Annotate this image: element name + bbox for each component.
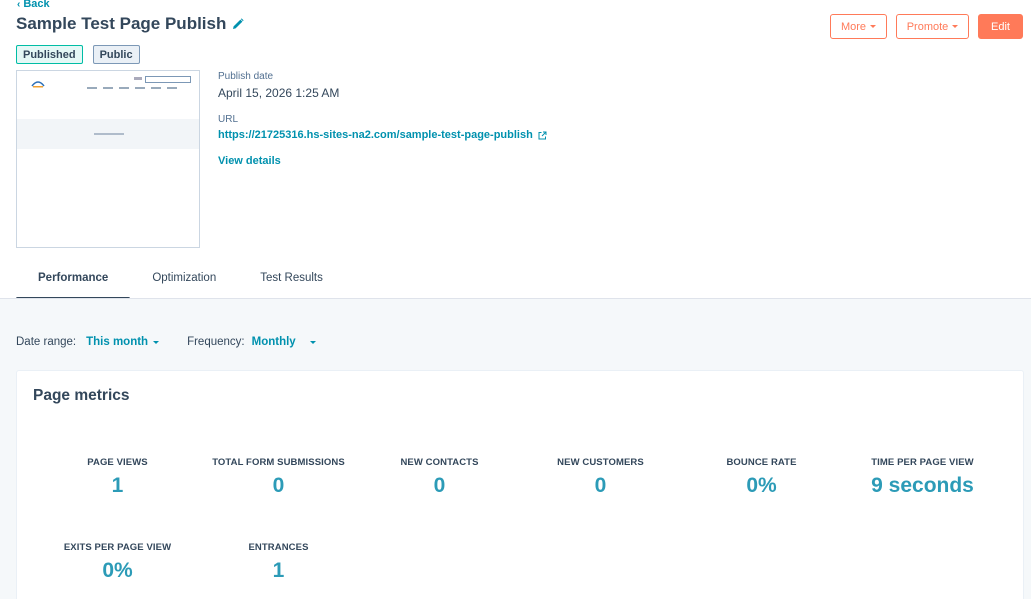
caret-down-icon bbox=[153, 340, 160, 344]
promote-label: Promote bbox=[906, 20, 949, 33]
date-range-dropdown[interactable]: This month bbox=[86, 336, 160, 348]
metric-value: 0% bbox=[746, 474, 777, 497]
metric-time-per-page-view: TIME PER PAGE VIEW 9 seconds bbox=[842, 457, 1003, 498]
frequency-value: Monthly bbox=[251, 336, 296, 348]
external-link-icon bbox=[538, 131, 547, 140]
metric-label: PAGE VIEWS bbox=[87, 457, 148, 468]
metric-exits-per-page-view: EXITS PER PAGE VIEW 0% bbox=[37, 542, 198, 583]
metric-value: 0 bbox=[272, 474, 285, 497]
more-button[interactable]: More bbox=[830, 14, 887, 39]
public-badge: Public bbox=[92, 45, 140, 64]
frequency-label: Frequency: bbox=[187, 336, 245, 348]
performance-panel: Date range: This month Frequency: Monthl… bbox=[0, 299, 1031, 599]
metric-page-views: PAGE VIEWS 1 bbox=[37, 457, 198, 498]
site-logo-icon bbox=[31, 81, 45, 88]
card-title: Page metrics bbox=[33, 387, 130, 404]
metric-value: 1 bbox=[272, 559, 285, 582]
preview-content-text bbox=[94, 133, 124, 135]
title-row: Sample Test Page Publish bbox=[16, 14, 244, 34]
tab-performance[interactable]: Performance bbox=[16, 268, 131, 300]
page-title: Sample Test Page Publish bbox=[16, 14, 227, 33]
edit-button[interactable]: Edit bbox=[978, 14, 1023, 39]
tab-bar: Performance Optimization Test Results bbox=[16, 268, 345, 300]
promote-button[interactable]: Promote bbox=[896, 14, 969, 39]
page-url-text: https://21725316.hs-sites-na2.com/sample… bbox=[218, 129, 533, 141]
publish-date-label: Publish date bbox=[218, 71, 274, 82]
metric-value: 0% bbox=[102, 559, 133, 582]
view-details-link[interactable]: View details bbox=[218, 155, 547, 167]
metric-value: 1 bbox=[111, 474, 124, 497]
published-badge: Published bbox=[16, 45, 83, 64]
metric-value: 0 bbox=[433, 474, 446, 497]
chevron-left-icon: ‹ bbox=[17, 0, 21, 10]
page-metrics-card: Page metrics PAGE VIEWS 1 TOTAL FORM SUB… bbox=[16, 370, 1024, 599]
metric-value: 9 seconds bbox=[871, 474, 974, 497]
back-label: Back bbox=[23, 0, 50, 10]
date-range-value: This month bbox=[86, 336, 149, 348]
date-range-label: Date range: bbox=[16, 336, 77, 348]
tab-test-results[interactable]: Test Results bbox=[238, 268, 345, 299]
page-details: Publish date April 15, 2026 1:25 AM URL … bbox=[218, 71, 547, 167]
metric-new-customers: NEW CUSTOMERS 0 bbox=[520, 457, 681, 498]
frequency-dropdown[interactable]: Monthly bbox=[252, 336, 316, 348]
metric-label: EXITS PER PAGE VIEW bbox=[63, 542, 172, 553]
page-header-section: ‹ Back Sample Test Page Publish Published… bbox=[0, 0, 1031, 300]
metric-label: ENTRANCES bbox=[248, 542, 309, 553]
page-url-link[interactable]: https://21725316.hs-sites-na2.com/sample… bbox=[218, 129, 547, 141]
caret-down-icon bbox=[870, 25, 877, 28]
header-actions: More Promote Edit bbox=[830, 14, 1023, 39]
pencil-icon[interactable] bbox=[232, 18, 244, 30]
metric-label: NEW CONTACTS bbox=[400, 457, 479, 468]
preview-search-box bbox=[145, 76, 191, 83]
filter-bar: Date range: This month Frequency: Monthl… bbox=[16, 336, 316, 348]
metric-label: BOUNCE RATE bbox=[726, 457, 797, 468]
metric-label: TOTAL FORM SUBMISSIONS bbox=[212, 457, 345, 468]
back-link[interactable]: ‹ Back bbox=[17, 0, 50, 10]
page-preview-thumbnail[interactable] bbox=[16, 70, 200, 248]
metric-entrances: ENTRANCES 1 bbox=[198, 542, 359, 583]
metric-value: 0 bbox=[594, 474, 607, 497]
metric-bounce-rate: BOUNCE RATE 0% bbox=[681, 457, 842, 498]
metric-total-form-submissions: TOTAL FORM SUBMISSIONS 0 bbox=[198, 457, 359, 498]
publish-date-value: April 15, 2026 1:25 AM bbox=[218, 86, 340, 100]
more-label: More bbox=[840, 20, 867, 33]
tab-optimization[interactable]: Optimization bbox=[130, 268, 238, 299]
preview-nav bbox=[87, 87, 177, 89]
metric-new-contacts: NEW CONTACTS 0 bbox=[359, 457, 520, 498]
caret-down-icon bbox=[952, 25, 959, 28]
url-label: URL bbox=[218, 114, 239, 125]
metric-label: TIME PER PAGE VIEW bbox=[871, 457, 974, 468]
edit-label: Edit bbox=[991, 20, 1010, 33]
status-badges: Published Public bbox=[16, 45, 140, 64]
metric-label: NEW CUSTOMERS bbox=[557, 457, 644, 468]
preview-search-label bbox=[134, 77, 142, 80]
caret-down-icon bbox=[309, 340, 316, 344]
